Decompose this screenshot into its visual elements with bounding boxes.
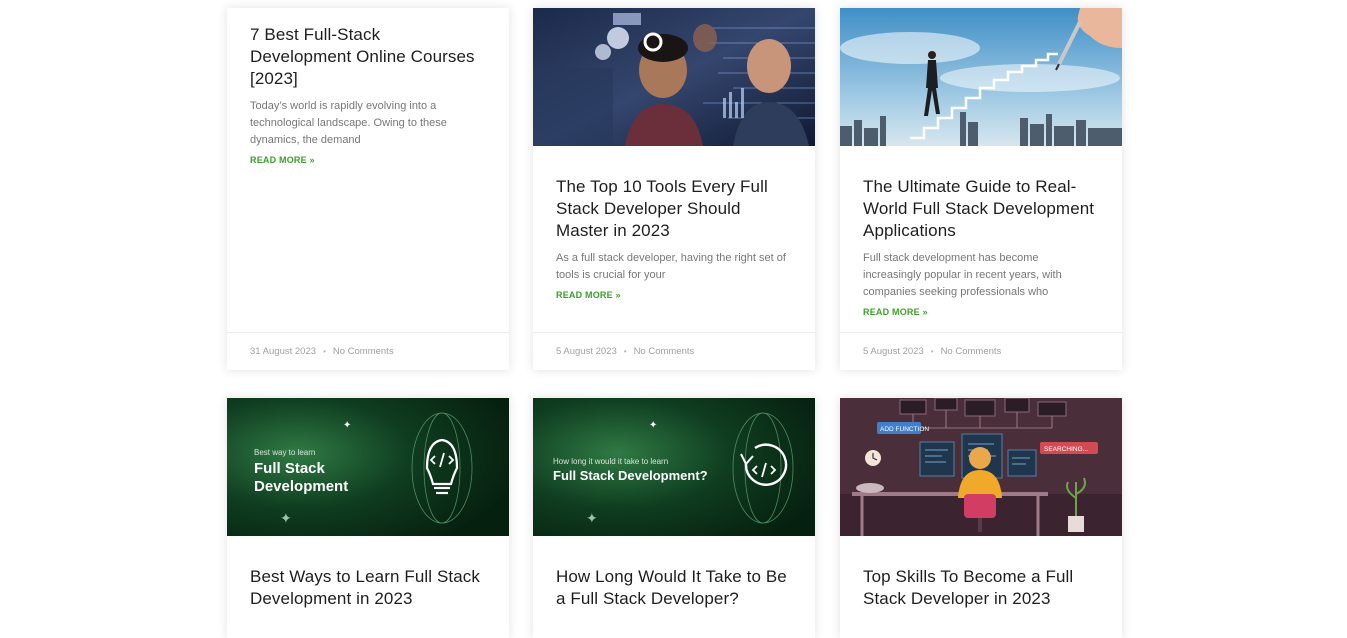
sparkle-icon: ✦	[280, 510, 292, 526]
post-title[interactable]: How Long Would It Take to Be a Full Stac…	[556, 566, 792, 610]
post-title[interactable]: The Ultimate Guide to Real-World Full St…	[863, 176, 1099, 242]
post-date: 5 August 2023	[863, 346, 924, 357]
post-thumbnail[interactable]: How long it would it take to learn Full …	[533, 398, 815, 536]
post-card: The Ultimate Guide to Real-World Full St…	[840, 8, 1122, 370]
post-meta: 5 August 2023 • No Comments	[533, 332, 815, 370]
post-title[interactable]: 7 Best Full-Stack Development Online Cou…	[250, 24, 486, 90]
post-title[interactable]: Top Skills To Become a Full Stack Develo…	[863, 566, 1099, 610]
read-more-link[interactable]: READ MORE »	[863, 307, 928, 317]
banner-small-text: Best way to learn	[254, 448, 315, 457]
comments-link[interactable]: No Comments	[333, 346, 394, 357]
developer-desk-illustration: ADD FUNCTION SEARCHING...	[840, 398, 1122, 536]
tag-searching: SEARCHING...	[1044, 446, 1088, 453]
banner-big-text: Full Stack	[254, 460, 326, 477]
post-excerpt: Today’s world is rapidly evolving into a…	[250, 100, 447, 146]
post-date: 5 August 2023	[556, 346, 617, 357]
tag-add-function: ADD FUNCTION	[880, 426, 929, 433]
sparkle-icon: ✦	[586, 510, 598, 526]
meta-separator: •	[930, 347, 934, 356]
meta-separator: •	[323, 347, 326, 356]
post-card: Best way to learn Full Stack Development…	[227, 398, 509, 638]
post-meta: 31 August 2023 • No Comments	[227, 332, 509, 370]
developers-screen-image	[533, 8, 815, 146]
post-card: How long it would it take to learn Full …	[533, 398, 815, 638]
comments-link[interactable]: No Comments	[941, 346, 1002, 357]
post-title[interactable]: Best Ways to Learn Full Stack Developmen…	[250, 566, 486, 610]
post-excerpt: As a full stack developer, having the ri…	[556, 252, 786, 281]
banner-big-text: Full Stack Development?	[553, 468, 708, 483]
read-more-link[interactable]: READ MORE »	[556, 290, 621, 300]
learn-full-stack-banner-image: Best way to learn Full Stack Development…	[227, 398, 509, 536]
comments-link[interactable]: No Comments	[634, 346, 695, 357]
banner-big-text: Development	[254, 478, 348, 495]
banner-small-text: How long it would it take to learn	[553, 457, 668, 466]
post-excerpt: Full stack development has become increa…	[863, 252, 1062, 298]
post-title[interactable]: The Top 10 Tools Every Full Stack Develo…	[556, 176, 792, 242]
post-meta: 5 August 2023 • No Comments	[840, 332, 1122, 370]
post-thumbnail[interactable]: Best way to learn Full Stack Development…	[227, 398, 509, 536]
post-card: 7 Best Full-Stack Development Online Cou…	[227, 8, 509, 370]
post-card: ADD FUNCTION SEARCHING... Top Skills To …	[840, 398, 1122, 638]
post-thumbnail[interactable]: ADD FUNCTION SEARCHING...	[840, 398, 1122, 536]
post-date: 31 August 2023	[250, 346, 317, 357]
sparkle-icon: ✦	[343, 420, 351, 431]
stairs-to-sky-image	[840, 8, 1122, 146]
how-long-banner-image: How long it would it take to learn Full …	[533, 398, 815, 536]
sparkle-icon: ✦	[649, 420, 657, 431]
post-thumbnail[interactable]	[840, 8, 1122, 146]
post-card: The Top 10 Tools Every Full Stack Develo…	[533, 8, 815, 370]
read-more-link[interactable]: READ MORE »	[250, 155, 315, 165]
meta-separator: •	[623, 347, 627, 356]
post-thumbnail[interactable]	[533, 8, 815, 146]
